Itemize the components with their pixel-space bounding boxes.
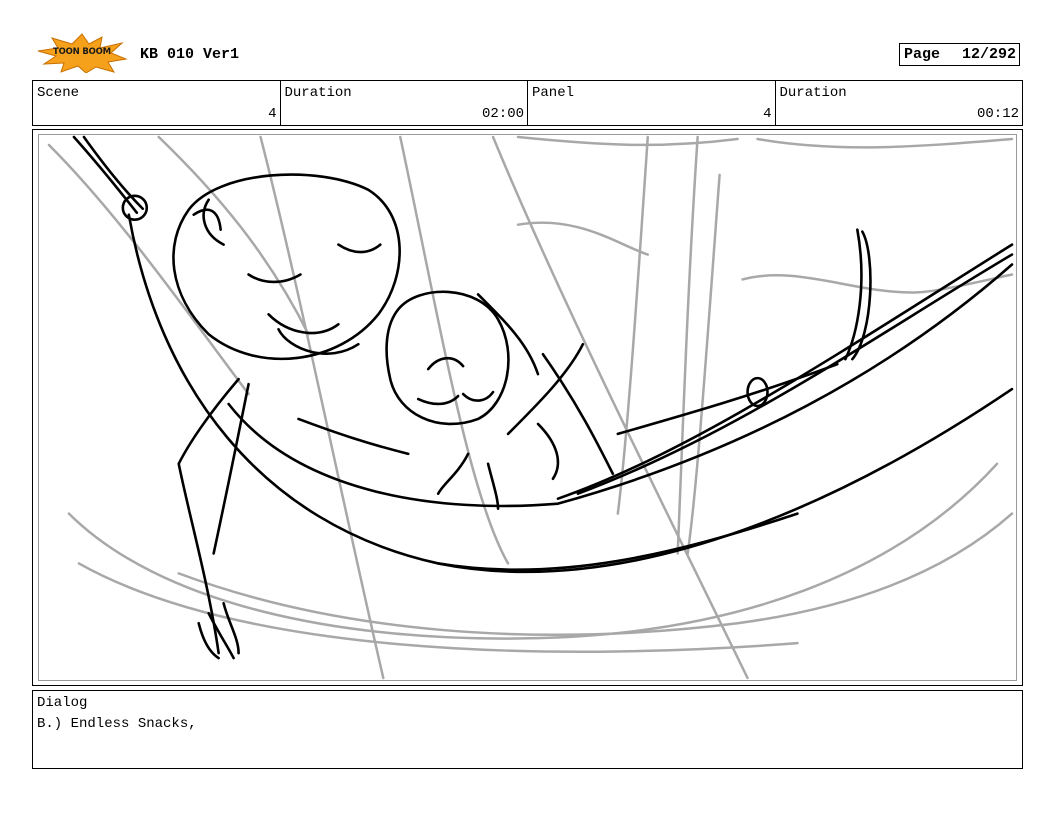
panel-duration-cell: Duration 00:12 [776,81,1023,125]
logo-wordmark: TOON BOOM [53,47,111,57]
scene-duration-label: Duration [284,85,352,101]
dialog-text: B.) Endless Snacks, [37,716,197,732]
storyboard-panel [32,129,1023,686]
scene-label: Scene [37,85,80,101]
panel-duration-label: Duration [779,85,847,101]
page-number: 12/292 [961,46,1016,63]
document-title: KB 010 Ver1 [140,46,240,63]
rough-background-strokes [47,135,1014,680]
panel-cell: Panel 4 [528,81,776,125]
panel-duration-value: 00:12 [976,106,1019,122]
scene-duration-cell: Duration 02:00 [281,81,528,125]
toon-boom-logo: TOON BOOM [36,33,128,74]
dialog-label: Dialog [37,695,88,711]
panel-value: 4 [763,106,772,122]
shot-info-row: Scene 4 Duration 02:00 Panel 4 Duration … [32,80,1023,126]
hammock-sketch [47,135,1014,680]
page-label: Page [904,46,941,63]
scene-cell: Scene 4 [33,81,281,125]
scene-value: 4 [268,106,277,122]
scene-duration-value: 02:00 [481,106,524,122]
panel-safe-area [38,134,1017,681]
dialog-box: Dialog B.) Endless Snacks, [32,690,1023,769]
page-indicator: Page 12/292 [899,43,1020,66]
ink-line-strokes [72,135,1014,660]
panel-label: Panel [532,85,575,101]
